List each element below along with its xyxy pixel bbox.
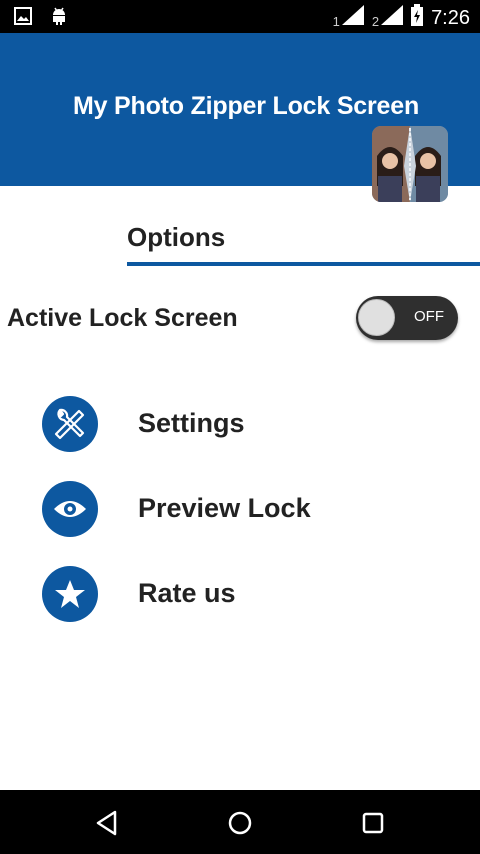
home-icon[interactable]: [225, 808, 255, 838]
app-title: My Photo Zipper Lock Screen: [72, 92, 420, 120]
tools-icon: [42, 396, 98, 452]
preview-lock-label: Preview Lock: [138, 493, 311, 523]
app-icon: [372, 126, 448, 202]
android-icon: [50, 6, 68, 31]
toggle-knob: [358, 299, 395, 336]
star-icon: [42, 566, 98, 622]
active-lock-toggle[interactable]: OFF: [356, 296, 458, 340]
status-bar: 1 2 7:26: [0, 0, 480, 33]
gallery-icon: [14, 7, 32, 30]
back-icon[interactable]: [92, 808, 122, 838]
active-lock-label: Active Lock Screen: [7, 304, 238, 332]
signal-icon: [381, 5, 404, 31]
rate-us-item[interactable]: Rate us: [40, 566, 440, 626]
toggle-state-label: OFF: [414, 308, 444, 325]
preview-lock-item[interactable]: Preview Lock: [40, 481, 440, 541]
eye-icon: [42, 481, 98, 537]
settings-item[interactable]: Settings: [40, 396, 440, 456]
clock: 7:26: [431, 6, 470, 29]
recents-icon[interactable]: [358, 808, 388, 838]
options-heading: Options: [127, 222, 226, 252]
navigation-bar: [0, 790, 480, 854]
rate-us-label: Rate us: [138, 578, 236, 608]
options-divider: [127, 262, 480, 266]
signal-icon: [341, 5, 364, 31]
sim2-label: 2: [371, 14, 380, 29]
battery-icon: [411, 4, 424, 32]
sim1-label: 1: [332, 14, 340, 29]
settings-label: Settings: [138, 408, 245, 438]
